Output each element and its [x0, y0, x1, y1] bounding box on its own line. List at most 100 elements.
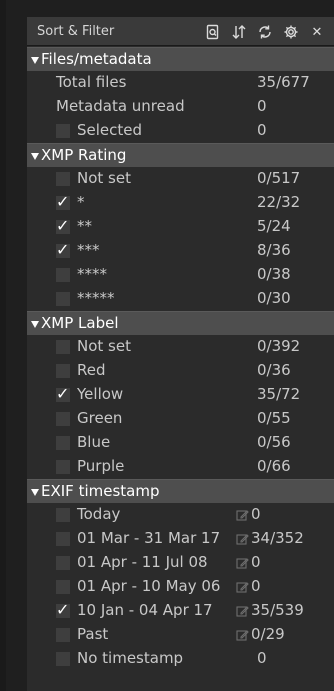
section-header-exif-timestamp[interactable]: EXIF timestamp [27, 479, 334, 503]
filter-count: 0/66 [257, 457, 291, 475]
checked-checkbox[interactable] [56, 600, 70, 619]
left-scrollbar[interactable] [0, 0, 6, 691]
filter-row[interactable]: Purple 0/66 [27, 455, 334, 479]
filter-row[interactable]: *** 8/36 [27, 239, 334, 263]
checkbox[interactable] [56, 172, 70, 186]
filter-row[interactable]: 01 Apr - 11 Jul 08 0 [27, 551, 334, 575]
collapse-triangle-icon[interactable] [31, 153, 39, 160]
filter-row[interactable]: Yellow 35/72 [27, 383, 334, 407]
filter-row[interactable]: Not set 0/392 [27, 335, 334, 359]
filter-row: Metadata unread 0 [27, 95, 334, 119]
filter-count: 0 [257, 649, 267, 667]
section-title: XMP Rating [41, 146, 127, 164]
checked-checkbox[interactable] [56, 384, 70, 403]
filter-label: Green [77, 409, 123, 427]
filter-count: 5/24 [257, 217, 291, 235]
filter-label: Not set [77, 169, 131, 187]
checkbox[interactable] [56, 580, 70, 594]
filter-label: Red [77, 361, 106, 379]
filter-label: 01 Apr - 11 Jul 08 [77, 553, 208, 571]
checkbox[interactable] [56, 532, 70, 546]
filter-label: ** [77, 217, 92, 235]
edit-icon[interactable] [236, 604, 249, 617]
section-header-xmp-rating[interactable]: XMP Rating [27, 143, 334, 167]
edit-icon[interactable] [236, 580, 249, 593]
checkbox[interactable] [56, 340, 70, 354]
filter-row[interactable]: **** 0/38 [27, 263, 334, 287]
filter-label: Not set [77, 337, 131, 355]
checked-checkbox[interactable] [56, 192, 70, 211]
filter-label: 01 Mar - 31 Mar 17 [77, 529, 221, 547]
sort-icon[interactable] [229, 22, 249, 42]
checkbox[interactable] [56, 292, 70, 306]
checkbox[interactable] [56, 556, 70, 570]
checkbox[interactable] [56, 508, 70, 522]
collapse-triangle-icon[interactable] [31, 57, 39, 64]
panel-titlebar: Sort & Filter ✕ [27, 17, 334, 46]
filter-count: 0 [251, 505, 261, 523]
collapse-triangle-icon[interactable] [31, 489, 39, 496]
filter-count: 0/30 [257, 289, 291, 307]
filter-row[interactable]: Past 0/29 [27, 623, 334, 647]
filter-list: Files/metadata Total files 35/677 Metadata … [27, 47, 334, 671]
checked-checkbox[interactable] [56, 240, 70, 259]
checkbox[interactable] [56, 268, 70, 282]
checkbox[interactable] [56, 436, 70, 450]
filter-row[interactable]: ** 5/24 [27, 215, 334, 239]
filter-count: 0/55 [257, 409, 291, 427]
filter-count: 8/36 [257, 241, 291, 259]
filter-label: Today [77, 505, 121, 523]
filter-row[interactable]: Green 0/55 [27, 407, 334, 431]
filter-count: 0/38 [257, 265, 291, 283]
filter-count: 0 [251, 577, 261, 595]
filter-label: 10 Jan - 04 Apr 17 [77, 601, 213, 619]
filter-count: 0/392 [257, 337, 301, 355]
filter-count: 0 [251, 553, 261, 571]
filter-row[interactable]: * 22/32 [27, 191, 334, 215]
filter-label: **** [77, 265, 107, 283]
panel-title: Sort & Filter [37, 24, 115, 39]
filter-row[interactable]: 10 Jan - 04 Apr 17 35/539 [27, 599, 334, 623]
filter-row[interactable]: ***** 0/30 [27, 287, 334, 311]
document-search-icon[interactable] [203, 22, 223, 42]
filter-count: 0/56 [257, 433, 291, 451]
settings-icon[interactable] [281, 22, 301, 42]
filter-row[interactable]: 01 Apr - 10 May 06 0 [27, 575, 334, 599]
filter-count: 0/517 [257, 169, 301, 187]
filter-label: Yellow [77, 385, 124, 403]
filter-label: Selected [77, 121, 143, 139]
filter-row[interactable]: 01 Mar - 31 Mar 17 34/352 [27, 527, 334, 551]
section-header-files-metadata[interactable]: Files/metadata [27, 47, 334, 71]
checkbox[interactable] [56, 628, 70, 642]
filter-row[interactable]: Red 0/36 [27, 359, 334, 383]
checkbox[interactable] [56, 652, 70, 666]
checked-checkbox[interactable] [56, 216, 70, 235]
edit-icon[interactable] [236, 508, 249, 521]
panel-toolbar: ✕ [203, 22, 327, 42]
edit-icon[interactable] [236, 532, 249, 545]
filter-count: 35/677 [257, 73, 310, 91]
collapse-triangle-icon[interactable] [31, 321, 39, 328]
filter-count: 0/29 [251, 625, 285, 643]
close-icon[interactable]: ✕ [307, 22, 327, 42]
filter-label: Blue [77, 433, 111, 451]
section-title: EXIF timestamp [41, 482, 160, 500]
filter-row[interactable]: Today 0 [27, 503, 334, 527]
filter-row[interactable]: No timestamp 0 [27, 647, 334, 671]
filter-label: * [77, 193, 85, 211]
filter-label: *** [77, 241, 100, 259]
edit-icon[interactable] [236, 556, 249, 569]
section-header-xmp-label[interactable]: XMP Label [27, 311, 334, 335]
filter-row[interactable]: Selected 0 [27, 119, 334, 143]
filter-row[interactable]: Blue 0/56 [27, 431, 334, 455]
checkbox[interactable] [56, 364, 70, 378]
filter-label: No timestamp [77, 649, 184, 667]
filter-label: Past [77, 625, 109, 643]
filter-row[interactable]: Not set 0/517 [27, 167, 334, 191]
sort-filter-panel: Sort & Filter ✕ Files/metadata Total file… [27, 17, 334, 691]
edit-icon[interactable] [236, 628, 249, 641]
refresh-icon[interactable] [255, 22, 275, 42]
checkbox[interactable] [56, 124, 70, 138]
checkbox[interactable] [56, 460, 70, 474]
checkbox[interactable] [56, 412, 70, 426]
